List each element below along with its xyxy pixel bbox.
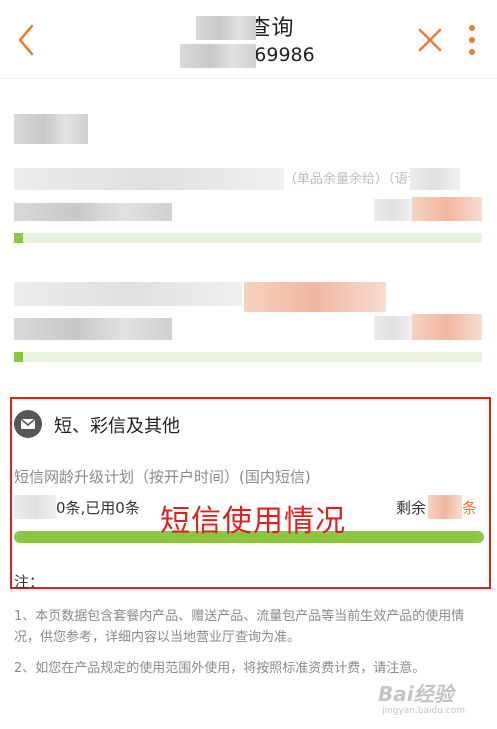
plan-2-progress-fill: [14, 352, 24, 362]
sms-plan-name: 短信网龄升级计划（按开户时间）(国内短信): [14, 468, 311, 486]
phone-number-visible: 69986: [254, 44, 315, 66]
more-button[interactable]: [462, 22, 482, 58]
sms-usage: 0条,已用0条: [14, 497, 140, 518]
plan-2-remaining-label-redaction: [374, 316, 412, 340]
plan-1-remaining-value-redaction: [412, 197, 482, 221]
sms-remaining-value-redaction: [428, 495, 462, 519]
notes-label: 注：: [14, 573, 45, 591]
title-redaction: [196, 16, 256, 40]
sms-remaining-label: 剩余: [396, 499, 427, 517]
more-dot-icon: [469, 25, 475, 31]
phone-number-redaction: [180, 44, 256, 68]
plan-1-name-redaction: [14, 168, 284, 190]
plan-1-usage-redaction: [14, 203, 172, 221]
plan-1-remaining-label-redaction: [374, 199, 412, 221]
close-icon: [418, 28, 442, 52]
plan-1-extra-redaction: [410, 168, 460, 190]
top-bar: 余量查询 69986: [0, 0, 497, 79]
plan-2-progress-bar: [14, 352, 482, 362]
more-dot-icon: [469, 49, 475, 55]
watermark-url: jingyan.baidu.com: [382, 706, 466, 716]
plan-2-tag-redaction: [244, 282, 386, 312]
plan-2-usage-redaction: [14, 318, 172, 340]
plan-2-name-redaction: [14, 282, 242, 306]
sms-remaining-unit: 条: [462, 499, 478, 517]
watermark-logo: Bai经验: [378, 682, 454, 706]
plan-1-progress-bar: [14, 233, 482, 243]
section-heading-redaction: [14, 114, 88, 144]
plan-1-progress-fill: [14, 233, 24, 243]
note-item: 1、本页数据包含套餐内产品、赠送产品、流量包产品等当前生效产品的使用情况，供您参…: [14, 609, 465, 645]
sms-usage-visible: 0条,已用0条: [56, 499, 140, 517]
watermark: Bai经验 jingyan.baidu.com: [378, 678, 490, 720]
more-dot-icon: [469, 37, 475, 43]
annotation-label: 短信使用情况: [160, 504, 346, 539]
plan-2-remaining-value-redaction: [412, 314, 482, 340]
note-item: 2、如您在产品规定的使用范围外使用，将按照标准资费计费，请注意。: [14, 661, 426, 676]
sms-section-title: 短、彩信及其他: [54, 416, 180, 437]
envelope-icon: [14, 410, 42, 438]
close-button[interactable]: [416, 26, 444, 54]
